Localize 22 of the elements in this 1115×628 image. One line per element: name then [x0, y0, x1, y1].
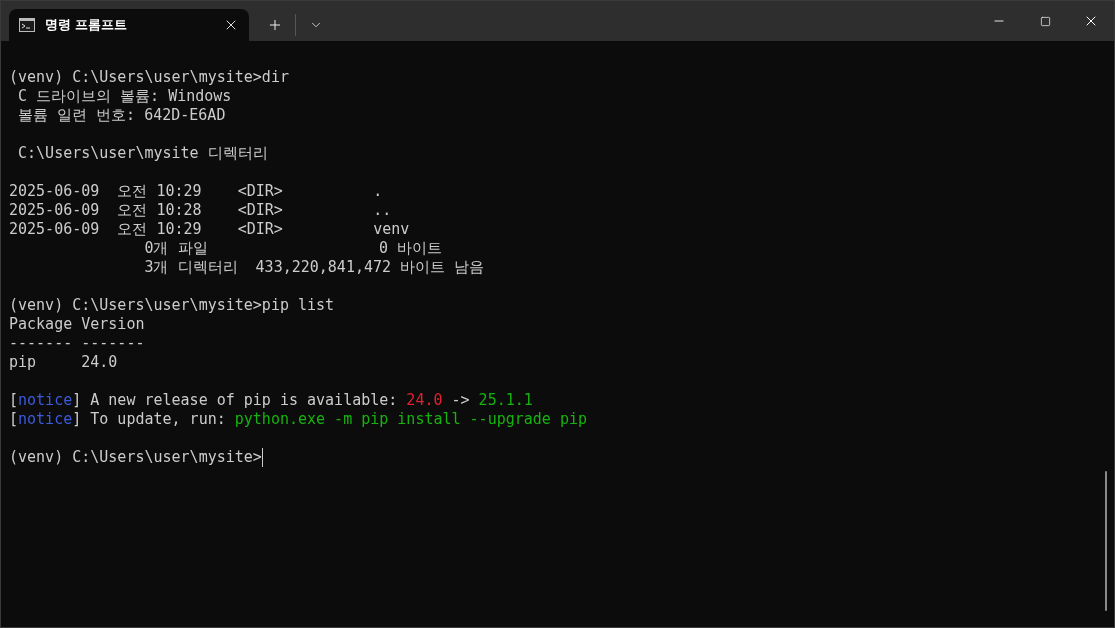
terminal-line: pip 24.0 — [9, 353, 118, 372]
terminal-line: 2025-06-09 오전 10:29 <DIR> venv — [9, 220, 410, 239]
terminal-line: (venv) C:\Users\user\mysite>dir — [9, 68, 289, 87]
terminal-line: Package Version — [9, 315, 145, 334]
terminal-line: [notice] A new release of pip is available: 24.0 -> 25.1.1 — [9, 391, 533, 410]
terminal-line: 2025-06-09 오전 10:28 <DIR> .. — [9, 201, 392, 220]
scrollbar-thumb[interactable] — [1105, 471, 1107, 611]
terminal-line: 2025-06-09 오전 10:29 <DIR> . — [9, 182, 383, 201]
terminal-line: (venv) C:\Users\user\mysite> — [9, 448, 263, 467]
terminal-line: 0개 파일 0 바이트 — [143, 239, 443, 258]
new-tab-icon[interactable] — [267, 17, 283, 33]
tab-title: 명령 프롬프트 — [45, 16, 127, 35]
terminal-icon — [19, 18, 35, 32]
maximize-icon[interactable] — [1039, 15, 1051, 27]
terminal-line: C 드라이브의 볼륨: Windows — [17, 87, 232, 106]
terminal-line: 3개 디렉터리 433,220,841,472 바이트 남음 — [143, 258, 485, 277]
terminal-line: [notice] To update, run: python.exe -m pip install --upgrade pip — [9, 410, 587, 429]
terminal-line: 볼륨 일련 번호: 642D-E6AD — [17, 106, 226, 125]
terminal-line: (venv) C:\Users\user\mysite>pip list — [9, 296, 335, 315]
terminal-line: C:\Users\user\mysite 디렉터리 — [17, 144, 268, 163]
tab[interactable]: 명령 프롬프트 — [9, 9, 249, 41]
terminal-line: ------- ------- — [9, 334, 145, 353]
